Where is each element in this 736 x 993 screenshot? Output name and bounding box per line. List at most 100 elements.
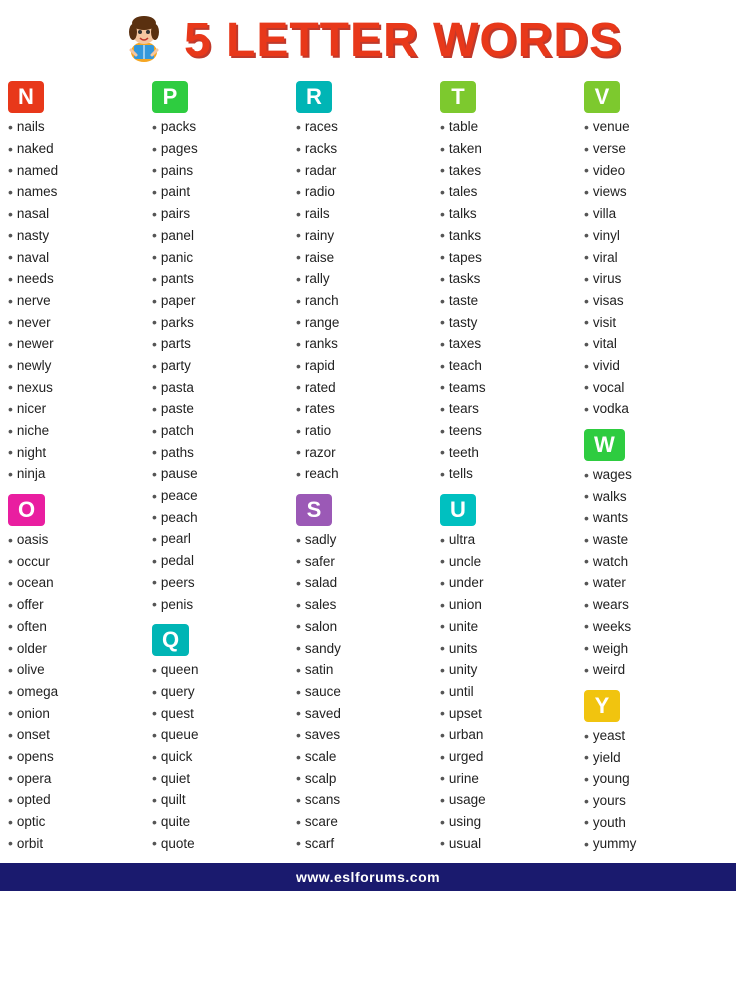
list-item: wants: [584, 508, 728, 530]
word-list-N: nailsnakednamednamesnasalnastynavalneeds…: [8, 117, 152, 486]
list-item: teens: [440, 421, 584, 443]
list-item: urban: [440, 725, 584, 747]
letter-badge-W: W: [584, 429, 625, 461]
word-text: yeast: [593, 726, 625, 747]
list-item: salad: [296, 573, 440, 595]
list-item: vinyl: [584, 225, 728, 247]
word-text: walks: [593, 487, 627, 508]
word-list-T: tabletakentakestalestalkstankstapestasks…: [440, 117, 584, 486]
list-item: vivid: [584, 356, 728, 378]
list-item: paste: [152, 399, 296, 421]
list-item: villa: [584, 204, 728, 226]
page-title: 5 LETTER WORDS: [184, 13, 622, 68]
list-item: quote: [152, 833, 296, 855]
word-text: newer: [17, 334, 54, 355]
word-text: teens: [449, 421, 482, 442]
word-text: verse: [593, 139, 626, 160]
list-item: taste: [440, 291, 584, 313]
word-text: paint: [161, 182, 190, 203]
word-text: panel: [161, 226, 194, 247]
list-item: weeks: [584, 616, 728, 638]
list-item: ranch: [296, 291, 440, 313]
word-text: using: [449, 812, 481, 833]
word-text: salon: [305, 617, 337, 638]
list-item: peers: [152, 572, 296, 594]
word-text: range: [305, 313, 340, 334]
word-text: teach: [449, 356, 482, 377]
word-text: racks: [305, 139, 337, 160]
list-item: scare: [296, 812, 440, 834]
word-text: named: [17, 161, 58, 182]
word-text: venue: [593, 117, 630, 138]
word-text: until: [449, 682, 474, 703]
word-text: naked: [17, 139, 54, 160]
word-text: nasal: [17, 204, 49, 225]
list-item: scarf: [296, 833, 440, 855]
columns-container: Nnailsnakednamednamesnasalnastynavalneed…: [0, 75, 736, 863]
word-text: nerve: [17, 291, 51, 312]
list-item: radio: [296, 182, 440, 204]
list-item: queen: [152, 660, 296, 682]
word-text: offer: [17, 595, 44, 616]
word-text: omega: [17, 682, 58, 703]
word-text: razor: [305, 443, 336, 464]
column-2: Rracesracksradarradiorailsrainyraiserall…: [296, 75, 440, 858]
list-item: ranks: [296, 334, 440, 356]
list-item: scans: [296, 790, 440, 812]
list-item: ultra: [440, 530, 584, 552]
list-item: occur: [8, 551, 152, 573]
list-item: pedal: [152, 551, 296, 573]
word-text: quest: [161, 704, 194, 725]
word-text: rated: [305, 378, 336, 399]
word-text: sales: [305, 595, 337, 616]
list-item: often: [8, 616, 152, 638]
list-item: unity: [440, 660, 584, 682]
word-text: villa: [593, 204, 616, 225]
word-text: vivid: [593, 356, 620, 377]
word-text: olive: [17, 660, 45, 681]
word-text: upset: [449, 704, 482, 725]
word-text: query: [161, 682, 195, 703]
word-text: table: [449, 117, 478, 138]
list-item: newly: [8, 356, 152, 378]
list-item: yummy: [584, 834, 728, 856]
word-text: teams: [449, 378, 486, 399]
list-item: oasis: [8, 530, 152, 552]
list-item: yours: [584, 791, 728, 813]
list-item: peace: [152, 486, 296, 508]
word-text: visas: [593, 291, 624, 312]
list-item: niche: [8, 421, 152, 443]
word-text: yours: [593, 791, 626, 812]
letter-badge-Y: Y: [584, 690, 620, 722]
word-text: viral: [593, 248, 618, 269]
list-item: usual: [440, 833, 584, 855]
list-item: waste: [584, 530, 728, 552]
list-item: never: [8, 312, 152, 334]
word-text: urban: [449, 725, 484, 746]
word-text: saves: [305, 725, 340, 746]
word-text: union: [449, 595, 482, 616]
list-item: patch: [152, 421, 296, 443]
word-text: radio: [305, 182, 335, 203]
word-text: nexus: [17, 378, 53, 399]
word-text: opted: [17, 790, 51, 811]
list-item: paint: [152, 182, 296, 204]
list-item: onset: [8, 725, 152, 747]
word-text: nasty: [17, 226, 49, 247]
list-item: quiet: [152, 768, 296, 790]
word-text: needs: [17, 269, 54, 290]
word-text: patch: [161, 421, 194, 442]
list-item: units: [440, 638, 584, 660]
list-item: wages: [584, 465, 728, 487]
letter-badge-P: P: [152, 81, 188, 113]
word-text: scarf: [305, 834, 334, 855]
word-text: scare: [305, 812, 338, 833]
list-item: taxes: [440, 334, 584, 356]
word-text: pairs: [161, 204, 190, 225]
word-text: ranch: [305, 291, 339, 312]
list-item: urged: [440, 747, 584, 769]
list-item: races: [296, 117, 440, 139]
list-item: youth: [584, 812, 728, 834]
column-0: Nnailsnakednamednamesnasalnastynavalneed…: [8, 75, 152, 858]
word-text: names: [17, 182, 58, 203]
